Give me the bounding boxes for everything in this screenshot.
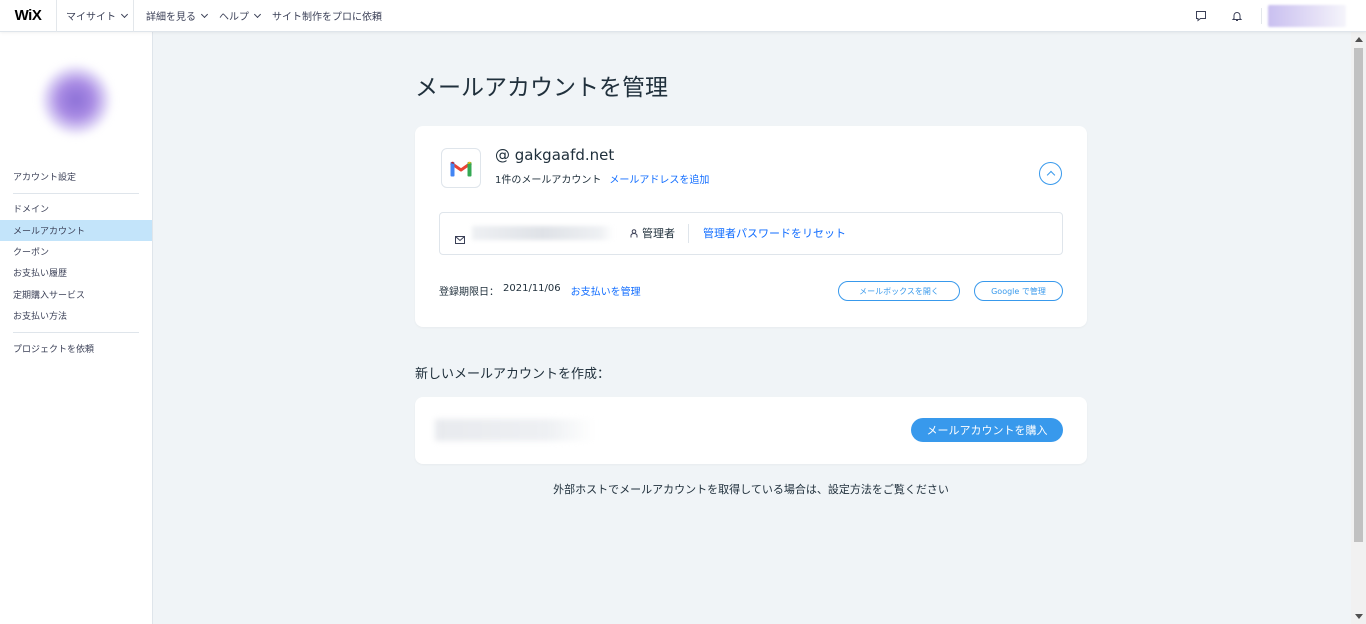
chevron-down-icon: [120, 10, 129, 18]
user-avatar[interactable]: [1268, 5, 1346, 27]
email-address-redacted: [472, 226, 614, 240]
person-icon: [630, 228, 638, 237]
sidebar-divider: [13, 332, 139, 333]
nav-hire-pro[interactable]: サイト制作をプロに依頼: [272, 8, 382, 23]
nav-explore[interactable]: 詳細を見る: [146, 8, 209, 23]
sidebar-divider: [13, 193, 139, 194]
mailbox-count: 1件のメールアカウント: [495, 175, 602, 186]
divider: [1261, 8, 1262, 24]
scrollbar[interactable]: [1351, 32, 1366, 624]
new-mailbox-card: メールアカウントを購入: [415, 397, 1087, 464]
manage-payment-link[interactable]: お支払いを管理: [571, 283, 641, 298]
sidebar-item-request-project[interactable]: プロジェクトを依頼: [0, 338, 152, 359]
scroll-down-arrow-icon[interactable]: [1355, 614, 1363, 619]
my-sites-label: マイサイト: [66, 12, 116, 23]
sidebar-item-mailboxes[interactable]: メールアカウント: [0, 220, 152, 241]
external-host-note: 外部ホストでメールアカウントを取得している場合は、設定方法をご覧ください: [553, 483, 949, 496]
admin-role: 管理者: [630, 225, 675, 241]
sidebar-item-coupons[interactable]: クーポン: [0, 241, 152, 262]
sidebar-item-payment-methods[interactable]: お支払い方法: [0, 305, 152, 326]
gmail-icon: [441, 148, 481, 188]
mailbox-count-row: 1件のメールアカウント メールアドレスを追加: [495, 171, 709, 186]
buy-mailbox-button[interactable]: メールアカウントを購入: [911, 418, 1063, 442]
collapse-button[interactable]: [1039, 162, 1062, 185]
top-right-actions: [1183, 0, 1346, 32]
add-email-link[interactable]: メールアドレスを追加: [609, 171, 709, 186]
nav-hire-pro-label: サイト制作をプロに依頼: [272, 12, 382, 23]
mailbox-domain-card: @ gakgaafd.net 1件のメールアカウント メールアドレスを追加 管理…: [415, 126, 1087, 327]
mailbox-row: 管理者 管理者パスワードをリセット: [439, 212, 1063, 255]
sidebar-item-domains[interactable]: ドメイン: [0, 198, 152, 219]
scroll-up-arrow-icon[interactable]: [1355, 37, 1363, 42]
reset-admin-password-link[interactable]: 管理者パスワードをリセット: [703, 225, 846, 241]
sidebar-item-billing-history[interactable]: お支払い履歴: [0, 262, 152, 283]
admin-role-label: 管理者: [642, 227, 675, 240]
profile-image: [12, 46, 140, 154]
nav-help[interactable]: ヘルプ: [219, 8, 262, 23]
open-mailbox-button[interactable]: メールボックスを開く: [838, 281, 960, 301]
chevron-down-icon: [253, 10, 262, 18]
my-sites-menu[interactable]: マイサイト: [57, 0, 134, 32]
page-title: メールアカウントを管理: [415, 75, 668, 101]
divider: [688, 224, 689, 243]
new-mailbox-title: 新しいメールアカウントを作成：: [415, 367, 611, 382]
sidebar-item-account-settings[interactable]: アカウント設定: [0, 166, 152, 187]
chevron-up-icon: [1046, 170, 1055, 180]
expiry-row: 登録期限日： 2021/11/06 お支払いを管理: [439, 283, 641, 298]
expiry-label: 登録期限日：: [439, 287, 499, 298]
domain-name: @ gakgaafd.net: [495, 146, 615, 164]
chat-icon[interactable]: [1183, 0, 1219, 32]
sidebar-item-subscriptions[interactable]: 定期購入サービス: [0, 284, 152, 305]
chevron-down-icon: [200, 10, 209, 18]
manage-in-google-button[interactable]: Google で管理: [974, 281, 1063, 301]
wix-logo[interactable]: WiX: [0, 0, 57, 32]
new-domain-redacted: [435, 419, 595, 441]
bell-icon[interactable]: [1219, 0, 1255, 32]
expiry-date: 2021/11/06: [503, 283, 561, 294]
top-bar: WiX マイサイト 詳細を見る ヘルプ サイト制作をプロに依頼: [0, 0, 1366, 32]
sidebar: アカウント設定 ドメイン メールアカウント クーポン お支払い履歴 定期購入サー…: [0, 32, 153, 624]
scrollbar-thumb[interactable]: [1354, 48, 1363, 542]
envelope-icon: [455, 229, 465, 248]
nav-help-label: ヘルプ: [219, 12, 249, 23]
nav-explore-label: 詳細を見る: [146, 12, 196, 23]
